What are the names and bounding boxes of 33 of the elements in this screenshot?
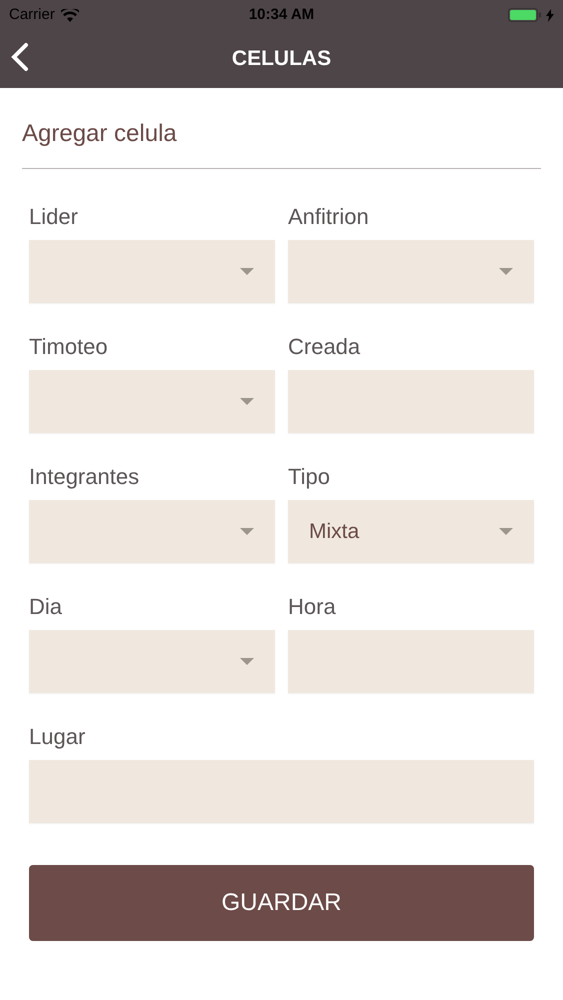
input-field[interactable] [288,370,534,433]
field-label: Dia [29,593,64,620]
field-label: Hora [288,593,337,620]
field-label: Anfitrion [288,203,370,230]
form-title: Agregar celula [22,116,541,169]
field-label: Timoteo [29,333,109,360]
dropdown-field[interactable] [29,240,275,303]
caret-icon [240,268,254,275]
carrier-label: Carrier [9,4,55,25]
field-label: Lider [29,203,79,230]
wifi-icon [60,8,79,22]
charging-icon [546,8,554,22]
dropdown-field[interactable] [29,370,275,433]
back-icon [10,42,30,72]
screen-title: CELULAS [232,46,332,72]
input-field[interactable] [288,630,534,693]
field-label: Creada [288,333,362,360]
dropdown-field[interactable] [29,500,275,563]
caret-icon [240,528,254,535]
caret-icon [499,268,513,275]
dropdown-field[interactable] [29,630,275,693]
field-label: Lugar [29,723,86,750]
dropdown-field[interactable]: Mixta [288,500,534,563]
battery-icon [508,8,542,22]
dropdown-field[interactable] [288,240,534,303]
input-field[interactable] [29,760,534,823]
caret-icon [240,658,254,665]
caret-icon [499,528,513,535]
save-button[interactable]: GUARDAR [29,865,534,941]
field-label: Integrantes [29,463,140,490]
field-label: Tipo [288,463,331,490]
caret-icon [240,398,254,405]
clock-label: 10:34 AM [248,4,314,25]
